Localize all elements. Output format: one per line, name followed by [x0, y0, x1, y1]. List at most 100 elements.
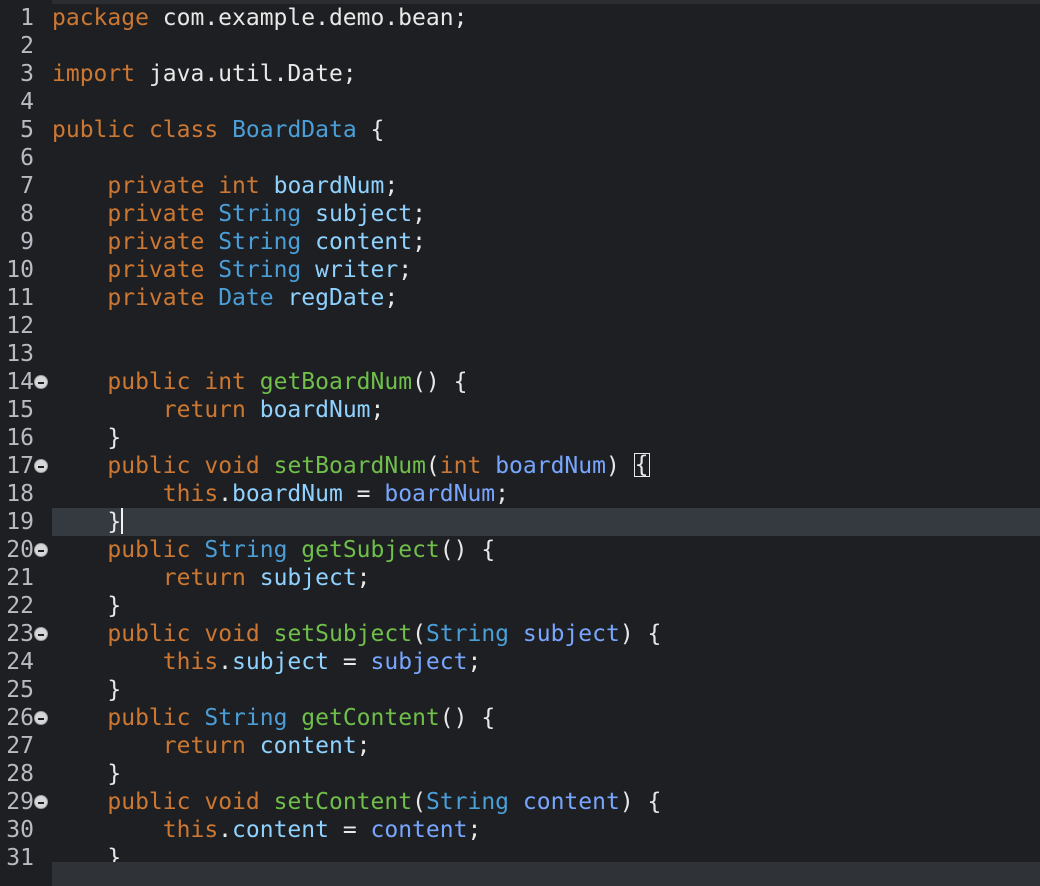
code-line[interactable]: private int boardNum; [52, 172, 1040, 200]
code-token: ; [370, 397, 385, 423]
line-number: 10 [6, 257, 34, 283]
code-line[interactable]: } [52, 844, 1040, 862]
code-token: ; [384, 285, 399, 311]
code-token: getContent [301, 705, 440, 731]
line-number: 6 [20, 145, 34, 171]
code-line[interactable]: import java.util.Date; [52, 60, 1040, 88]
code-token: } [52, 845, 122, 862]
code-line[interactable] [52, 88, 1040, 116]
code-token: ; [412, 201, 426, 227]
code-token: BoardData [232, 117, 357, 143]
code-line[interactable]: public String getContent() { [52, 704, 1040, 732]
code-token: public [107, 705, 191, 731]
code-token: content [522, 789, 620, 815]
line-number: 30 [6, 817, 34, 843]
code-line[interactable]: } [52, 592, 1040, 620]
fold-collapse-icon[interactable] [34, 375, 48, 389]
code-token: content [315, 229, 413, 255]
code-token: ( [425, 453, 440, 479]
code-line[interactable]: private String writer; [52, 256, 1040, 284]
code-token: private [107, 173, 205, 199]
code-token: subject [232, 649, 329, 675]
code-line[interactable]: public String getSubject() { [52, 536, 1040, 564]
code-line[interactable]: public void setSubject(String subject) { [52, 620, 1040, 648]
code-token: String [425, 789, 510, 815]
code-token: ; [384, 173, 399, 199]
line-number: 2 [20, 33, 34, 59]
code-line[interactable]: public void setContent(String content) { [52, 788, 1040, 816]
code-token: () { [412, 369, 468, 395]
line-number: 13 [6, 341, 34, 367]
line-number: 1 [20, 5, 34, 31]
code-token: boardNum [495, 453, 606, 479]
code-editor[interactable]: package com.example.demo.bean; import jav… [52, 4, 1040, 862]
line-number: 3 [20, 61, 34, 87]
code-token: public [107, 369, 191, 395]
code-token: ; [467, 817, 482, 843]
code-line[interactable] [52, 32, 1040, 60]
code-token: return [162, 397, 246, 423]
code-token: ; [495, 481, 509, 507]
line-number: 24 [6, 649, 34, 675]
code-token: private [107, 285, 205, 311]
code-line[interactable]: private Date regDate; [52, 284, 1040, 312]
code-token: ) { [619, 621, 662, 647]
code-line[interactable]: this.boardNum = boardNum; [52, 480, 1040, 508]
code-line[interactable]: return boardNum; [52, 396, 1040, 424]
code-line[interactable]: } [52, 676, 1040, 704]
code-line[interactable]: this.content = content; [52, 816, 1040, 844]
code-token: int [439, 453, 482, 479]
code-line[interactable]: public int getBoardNum() { [52, 368, 1040, 396]
line-number: 4 [20, 89, 34, 115]
horizontal-scrollbar[interactable] [52, 862, 1040, 886]
code-line[interactable] [52, 144, 1040, 172]
code-line[interactable] [52, 312, 1040, 340]
fold-collapse-icon[interactable] [34, 795, 48, 809]
code-line[interactable]: } [52, 760, 1040, 788]
code-token: . [218, 481, 233, 507]
code-token: ( [412, 621, 426, 647]
code-line[interactable]: private String subject; [52, 200, 1040, 228]
line-number: 7 [20, 173, 34, 199]
code-line[interactable]: return subject; [52, 564, 1040, 592]
code-line[interactable] [52, 340, 1040, 368]
code-token: . [218, 649, 233, 675]
code-token: void [204, 453, 260, 479]
code-token: ; [356, 565, 371, 591]
fold-collapse-icon[interactable] [34, 543, 48, 557]
fold-collapse-icon[interactable] [34, 627, 48, 641]
fold-collapse-icon[interactable] [34, 459, 48, 473]
code-line[interactable]: public class BoardData { [52, 116, 1040, 144]
code-token: ) [605, 453, 634, 479]
code-token: ; [412, 229, 426, 255]
code-line[interactable]: this.subject = subject; [52, 648, 1040, 676]
code-line[interactable]: } [52, 508, 1040, 536]
code-token: String [218, 229, 302, 255]
code-line[interactable]: } [52, 424, 1040, 452]
fold-collapse-icon[interactable] [34, 711, 48, 725]
line-number-gutter: 1 2 3 4 5 6 7 8 9 10 11 12 13 14 15 16 17 18 19 20 21 22 23 24 2… [0, 0, 52, 886]
code-token: boardNum [273, 173, 385, 199]
code-line[interactable]: private String content; [52, 228, 1040, 256]
code-line[interactable]: package com.example.demo.bean; [52, 4, 1040, 32]
code-token: int [204, 369, 246, 395]
code-line[interactable]: return content; [52, 732, 1040, 760]
code-line[interactable]: public void setBoardNum(int boardNum) { [52, 452, 1040, 480]
